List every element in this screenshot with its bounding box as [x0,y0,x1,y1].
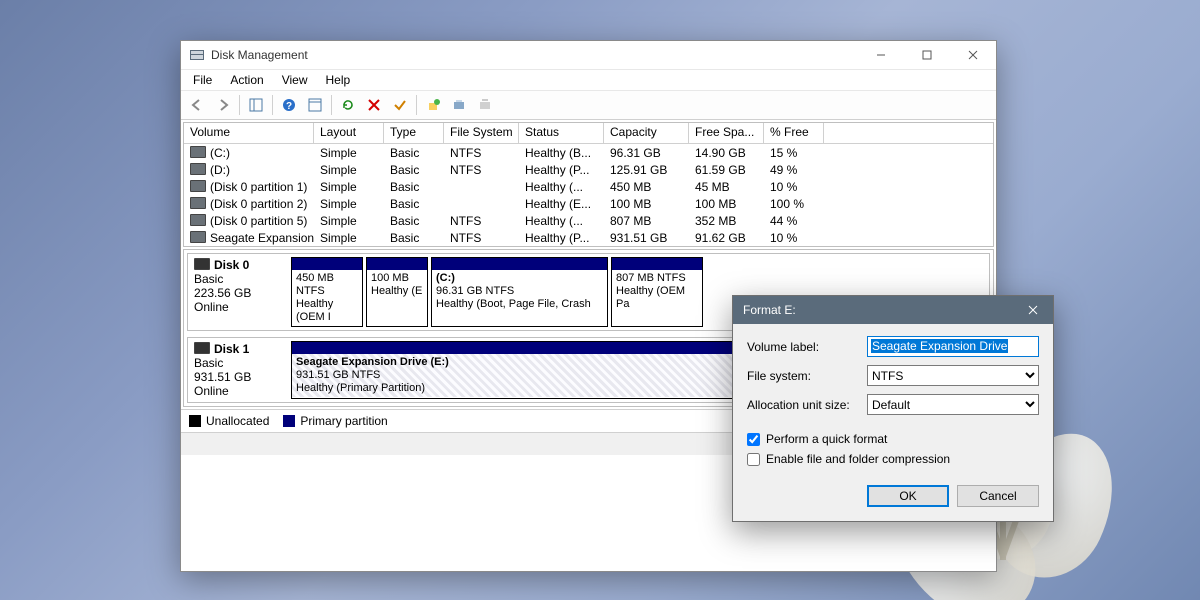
volume-list: Volume Layout Type File System Status Ca… [183,122,994,247]
format-dialog: Format E: Volume label: Seagate Expansio… [732,295,1054,522]
detach-vhd-icon[interactable] [473,93,497,117]
col-status[interactable]: Status [519,123,604,143]
attach-vhd-icon[interactable] [447,93,471,117]
volume-label-input[interactable]: Seagate Expansion Drive [867,336,1039,357]
col-type[interactable]: Type [384,123,444,143]
minimize-button[interactable] [858,41,904,69]
table-row[interactable]: (Disk 0 partition 5)SimpleBasicNTFSHealt… [184,212,993,229]
back-icon[interactable] [185,93,209,117]
quick-format-checkbox[interactable]: Perform a quick format [747,429,1039,449]
table-row[interactable]: (D:)SimpleBasicNTFSHealthy (P...125.91 G… [184,161,993,178]
menu-action[interactable]: Action [222,72,271,88]
new-volume-icon[interactable] [421,93,445,117]
table-row[interactable]: (Disk 0 partition 1)SimpleBasicHealthy (… [184,178,993,195]
dialog-titlebar[interactable]: Format E: [733,296,1053,324]
label-volume-label: Volume label: [747,340,867,354]
refresh-icon[interactable] [336,93,360,117]
col-freespace[interactable]: Free Spa... [689,123,764,143]
allocation-unit-select[interactable]: Default [867,394,1039,415]
compression-checkbox[interactable]: Enable file and folder compression [747,449,1039,469]
maximize-button[interactable] [904,41,950,69]
ok-button[interactable]: OK [867,485,949,507]
dialog-title: Format E: [743,303,796,317]
volume-list-header: Volume Layout Type File System Status Ca… [184,123,993,144]
table-row[interactable]: Seagate Expansion...SimpleBasicNTFSHealt… [184,229,993,246]
partition[interactable]: 450 MB NTFSHealthy (OEM I [291,257,363,327]
table-row[interactable]: (Disk 0 partition 2)SimpleBasicHealthy (… [184,195,993,212]
toolbar: ? [181,91,996,120]
partition[interactable]: 100 MBHealthy (E [366,257,428,327]
label-allocation-unit: Allocation unit size: [747,398,867,412]
menu-view[interactable]: View [274,72,316,88]
partition[interactable]: Seagate Expansion Drive (E:)931.51 GB NT… [291,341,733,399]
properties-icon[interactable] [303,93,327,117]
label-file-system: File system: [747,369,867,383]
col-filesystem[interactable]: File System [444,123,519,143]
legend-primary: Primary partition [283,414,387,428]
svg-text:?: ? [286,101,292,112]
legend-unallocated: Unallocated [189,414,269,428]
volume-rows: (C:)SimpleBasicNTFSHealthy (B...96.31 GB… [184,144,993,246]
partition[interactable]: (C:)96.31 GB NTFSHealthy (Boot, Page Fil… [431,257,608,327]
col-pctfree[interactable]: % Free [764,123,824,143]
help-icon[interactable]: ? [277,93,301,117]
col-capacity[interactable]: Capacity [604,123,689,143]
menu-help[interactable]: Help [318,72,359,88]
forward-icon[interactable] [211,93,235,117]
titlebar[interactable]: Disk Management [181,41,996,70]
menu-file[interactable]: File [185,72,220,88]
window-title: Disk Management [211,48,308,62]
file-system-select[interactable]: NTFS [867,365,1039,386]
table-row[interactable]: (C:)SimpleBasicNTFSHealthy (B...96.31 GB… [184,144,993,161]
show-tree-icon[interactable] [244,93,268,117]
col-volume[interactable]: Volume [184,123,314,143]
dialog-close-button[interactable] [1013,296,1053,324]
check-icon[interactable] [388,93,412,117]
col-layout[interactable]: Layout [314,123,384,143]
delete-icon[interactable] [362,93,386,117]
close-button[interactable] [950,41,996,69]
cancel-button[interactable]: Cancel [957,485,1039,507]
menubar: File Action View Help [181,70,996,91]
app-icon [189,47,205,63]
partition[interactable]: 807 MB NTFSHealthy (OEM Pa [611,257,703,327]
